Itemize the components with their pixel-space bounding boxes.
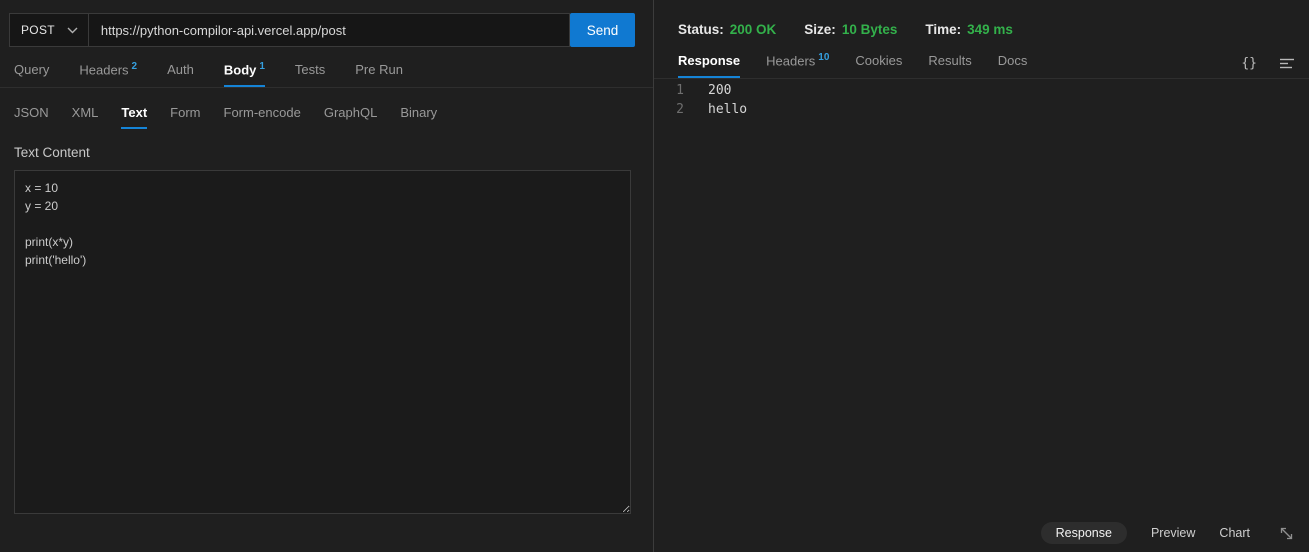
tab-response[interactable]: Response bbox=[678, 53, 741, 79]
body-tab-graphql[interactable]: GraphQL bbox=[324, 105, 377, 129]
tab-response-headers[interactable]: Headers 10 bbox=[766, 52, 829, 78]
status-value: 200 OK bbox=[729, 22, 777, 37]
tab-headers[interactable]: Headers 2 bbox=[79, 61, 137, 87]
tab-pre-run[interactable]: Pre Run bbox=[355, 62, 403, 87]
headers-count-badge: 2 bbox=[131, 61, 138, 72]
time-value: 349 ms bbox=[967, 22, 1013, 37]
body-tab-xml[interactable]: XML bbox=[72, 105, 99, 129]
response-line: 2 hello bbox=[654, 100, 1309, 119]
response-line: 1 200 bbox=[654, 81, 1309, 100]
format-json-icon[interactable]: {} bbox=[1241, 56, 1257, 71]
response-view-mode-bar: Response Preview Chart bbox=[1040, 522, 1295, 544]
response-toolbar-icons: {} bbox=[1241, 56, 1295, 71]
view-mode-preview[interactable]: Preview bbox=[1151, 526, 1195, 540]
body-text-editor[interactable]: x = 10 y = 20 print(x*y) print('hello') bbox=[14, 170, 631, 515]
view-mode-response[interactable]: Response bbox=[1040, 522, 1127, 544]
tab-body[interactable]: Body 1 bbox=[223, 61, 265, 88]
body-tab-binary[interactable]: Binary bbox=[400, 105, 437, 129]
request-panel: POST Send Query Headers2 Auth Body1 Test… bbox=[0, 0, 654, 552]
view-mode-chart[interactable]: Chart bbox=[1219, 526, 1250, 540]
tab-cookies[interactable]: Cookies bbox=[855, 53, 902, 78]
size-value: 10 Bytes bbox=[841, 22, 898, 37]
response-time: Time: 349 ms bbox=[925, 22, 1013, 37]
line-text: 200 bbox=[708, 83, 732, 99]
http-method-value: POST bbox=[21, 23, 55, 37]
tab-results[interactable]: Results bbox=[928, 53, 971, 78]
body-type-tabs: JSON XML Text Form Form-encode GraphQL B… bbox=[0, 105, 653, 130]
tab-query[interactable]: Query bbox=[14, 62, 49, 87]
tab-auth[interactable]: Auth bbox=[167, 62, 194, 87]
request-url-input[interactable] bbox=[87, 13, 570, 47]
line-number: 1 bbox=[676, 83, 684, 99]
line-text: hello bbox=[708, 102, 748, 118]
body-tab-form[interactable]: Form bbox=[170, 105, 200, 129]
body-count-badge: 1 bbox=[259, 61, 265, 72]
response-status-row: Status: 200 OK Size: 10 Bytes Time: 349 … bbox=[654, 0, 1309, 37]
response-tabs: Response Headers 10 Cookies Results Docs … bbox=[654, 52, 1309, 80]
request-url-row: POST Send bbox=[9, 13, 635, 47]
expand-diagonal-icon[interactable] bbox=[1278, 525, 1295, 542]
response-headers-count-badge: 10 bbox=[818, 52, 830, 63]
response-panel: Status: 200 OK Size: 10 Bytes Time: 349 … bbox=[654, 0, 1309, 552]
http-method-select[interactable]: POST bbox=[9, 13, 88, 47]
rest-client-window: POST Send Query Headers2 Auth Body1 Test… bbox=[0, 0, 1309, 552]
text-content-label: Text Content bbox=[14, 145, 90, 161]
chevron-down-icon bbox=[67, 27, 78, 34]
request-tabs: Query Headers 2 Auth Body 1 Tests Pre Run bbox=[0, 61, 653, 89]
status-code: Status: 200 OK bbox=[678, 22, 777, 37]
tab-docs[interactable]: Docs bbox=[998, 53, 1028, 78]
send-button[interactable]: Send bbox=[570, 13, 635, 47]
body-tab-json[interactable]: JSON bbox=[14, 105, 49, 129]
line-number: 2 bbox=[676, 102, 684, 118]
tab-tests[interactable]: Tests bbox=[295, 62, 325, 87]
line-wrap-icon[interactable] bbox=[1279, 57, 1295, 70]
body-tab-form-encode[interactable]: Form-encode bbox=[224, 105, 301, 129]
response-body-view[interactable]: 1 200 2 hello bbox=[654, 79, 1309, 119]
response-size: Size: 10 Bytes bbox=[804, 22, 898, 37]
body-tab-text[interactable]: Text bbox=[121, 105, 148, 130]
